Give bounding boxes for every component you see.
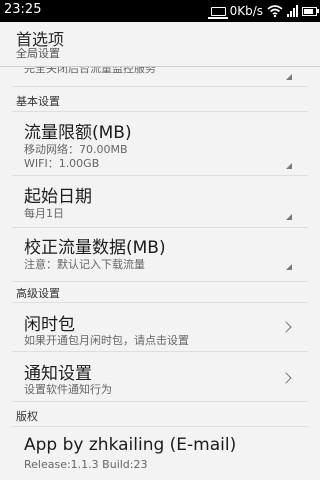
network-speed: 0Kb/s (229, 4, 263, 18)
dropdown-corner-icon (286, 264, 292, 270)
pref-title: 校正流量数据(MB) (24, 238, 166, 258)
pref-item-about[interactable]: App by zhkailing (E-mail) Release:1.1.3 … (0, 427, 320, 480)
dropdown-corner-icon (286, 214, 292, 220)
status-icons: 0Kb/s (207, 2, 319, 20)
pref-item-notifications[interactable]: 通知设置 设置软件通知行为 (0, 352, 320, 399)
status-bar: 23:25 0Kb/s (0, 0, 320, 22)
pref-summary: 设置软件通知行为 (24, 383, 112, 396)
app-bar: 首选项 全局设置 (0, 22, 320, 67)
dropdown-corner-icon (286, 74, 292, 80)
status-time: 23:25 (4, 2, 42, 17)
section-header-advanced: 高级设置 (16, 287, 60, 300)
pref-item-idle-package[interactable]: 闲时包 如果开通包月闲时包，请点击设置 (0, 303, 320, 350)
pref-summary: 如果开通包月闲时包，请点击设置 (24, 334, 189, 347)
pref-item-calibrate[interactable]: 校正流量数据(MB) 注意：默认记入下载流量 (0, 228, 320, 278)
chevron-right-icon (280, 372, 292, 384)
chevron-right-icon (280, 321, 292, 333)
pref-summary: WIFI：1.00GB (24, 157, 100, 170)
page-subtitle: 全局设置 (16, 47, 60, 60)
divider (12, 401, 308, 402)
section-header-copyright: 版权 (16, 410, 38, 423)
pref-item-data-limit[interactable]: 流量限额(MB) 移动网络：70.00MB WIFI：1.00GB (0, 112, 320, 173)
pref-title: 流量限额(MB) (24, 123, 132, 143)
divider (12, 86, 308, 87)
divider (12, 281, 308, 282)
pref-title: 起始日期 (24, 187, 92, 207)
dropdown-corner-icon (286, 163, 292, 169)
wifi-icon (267, 5, 283, 17)
pref-summary: Release:1.1.3 Build:23 (24, 458, 148, 471)
pref-summary: 注意：默认记入下载流量 (24, 258, 145, 271)
section-header-basic: 基本设置 (16, 95, 60, 108)
laptop-icon (207, 6, 228, 19)
preference-list[interactable]: 完全关闭后台流量监控服务 基本设置 流量限额(MB) 移动网络：70.00MB … (0, 67, 320, 480)
pref-item-disable-service[interactable]: 完全关闭后台流量监控服务 (0, 67, 320, 85)
battery-icon (302, 6, 319, 16)
pref-summary: 完全关闭后台流量监控服务 (24, 67, 156, 75)
signal-icon (287, 5, 298, 17)
pref-title: App by zhkailing (E-mail) (24, 435, 237, 455)
pref-summary: 每月1日 (24, 207, 64, 220)
pref-item-start-date[interactable]: 起始日期 每月1日 (0, 176, 320, 226)
